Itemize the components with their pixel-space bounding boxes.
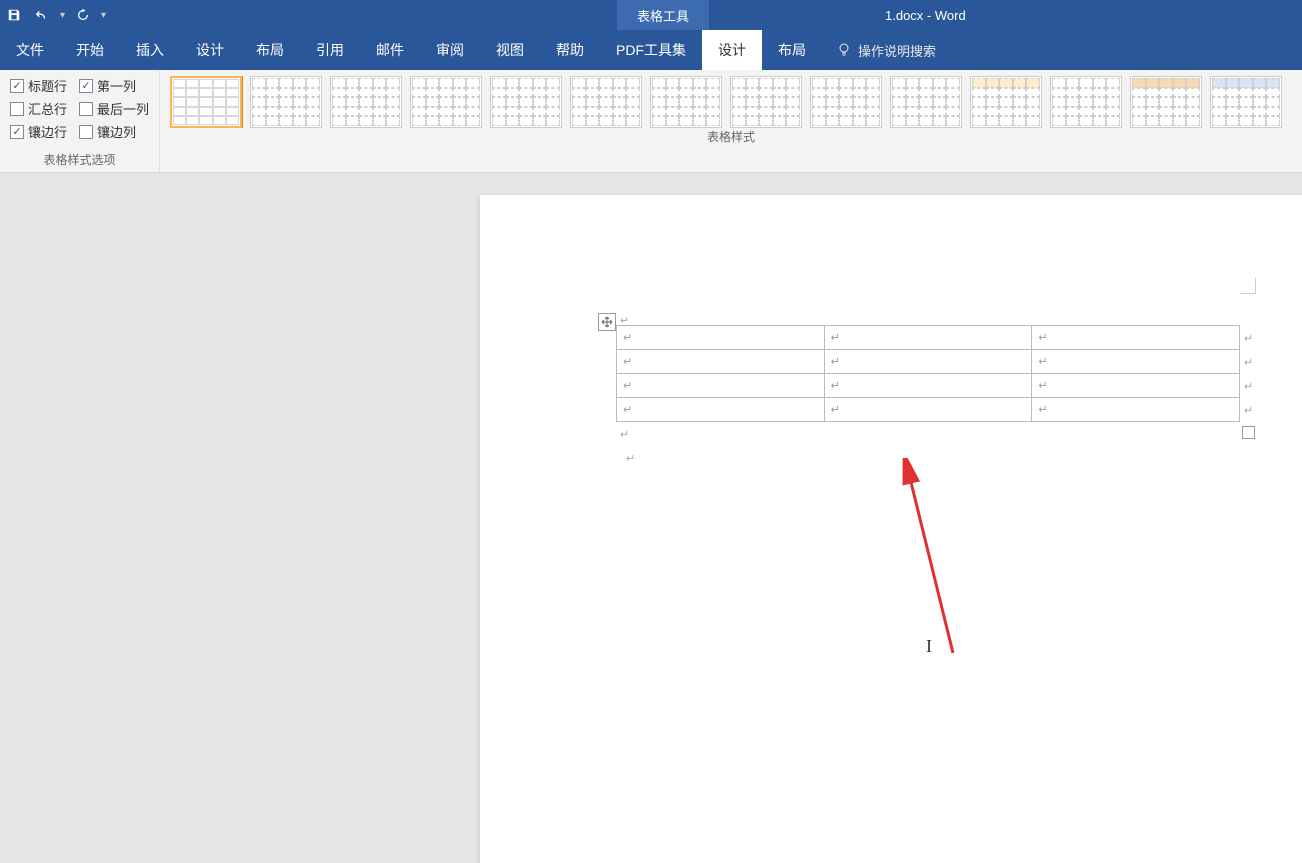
- qat-separator: ▾: [60, 10, 65, 21]
- quick-access-toolbar: ▾ ▾: [0, 5, 106, 25]
- tab-help[interactable]: 帮助: [540, 30, 600, 70]
- table-style-thumb[interactable]: [410, 76, 482, 128]
- paragraph-mark: ↵: [1244, 404, 1253, 417]
- table-cell[interactable]: ↵: [824, 350, 1032, 374]
- table-row[interactable]: ↵↵↵: [617, 350, 1240, 374]
- checkbox-header-row[interactable]: 标题行: [10, 76, 67, 95]
- table-style-thumb[interactable]: [330, 76, 402, 128]
- paragraph-mark: ↵: [626, 452, 635, 465]
- checkbox-last-col[interactable]: 最后一列: [79, 99, 149, 118]
- table-style-thumb[interactable]: [1210, 76, 1282, 128]
- table-style-thumb[interactable]: [490, 76, 562, 128]
- tab-pdf[interactable]: PDF工具集: [600, 30, 702, 70]
- tab-insert[interactable]: 插入: [120, 30, 180, 70]
- document-page[interactable]: [480, 195, 1302, 863]
- table-move-handle[interactable]: [598, 313, 616, 331]
- table-row[interactable]: ↵↵↵: [617, 326, 1240, 350]
- table-style-thumb[interactable]: [1130, 76, 1202, 128]
- table-style-thumb[interactable]: [250, 76, 322, 128]
- tab-references[interactable]: 引用: [300, 30, 360, 70]
- document-canvas: [0, 173, 1302, 863]
- tab-review[interactable]: 审阅: [420, 30, 480, 70]
- table-row[interactable]: ↵↵↵: [617, 374, 1240, 398]
- ribbon-tabs: 文件 开始 插入 设计 布局 引用 邮件 审阅 视图 帮助 PDF工具集 设计 …: [0, 30, 1302, 70]
- table-cell[interactable]: ↵: [1032, 326, 1240, 350]
- tab-file[interactable]: 文件: [0, 30, 60, 70]
- table-cell[interactable]: ↵: [617, 398, 825, 422]
- checkbox-icon: [79, 79, 93, 93]
- paragraph-mark: ↵: [620, 428, 629, 441]
- table-style-thumb[interactable]: [970, 76, 1042, 128]
- table-cell[interactable]: ↵: [617, 350, 825, 374]
- table-cell[interactable]: ↵: [617, 326, 825, 350]
- checkbox-banded-col[interactable]: 镶边列: [79, 122, 136, 141]
- tab-layout[interactable]: 布局: [240, 30, 300, 70]
- table-cell[interactable]: ↵: [617, 374, 825, 398]
- checkbox-icon: [10, 102, 24, 116]
- tab-design[interactable]: 设计: [180, 30, 240, 70]
- tab-view[interactable]: 视图: [480, 30, 540, 70]
- paragraph-mark: ↵: [1244, 356, 1253, 369]
- checkbox-icon: [10, 125, 24, 139]
- undo-button[interactable]: [32, 5, 52, 25]
- checkbox-icon: [79, 102, 93, 116]
- table-style-thumb[interactable]: [570, 76, 642, 128]
- checkbox-banded-row[interactable]: 镶边行: [10, 122, 67, 141]
- group-label-style-options: 表格样式选项: [10, 151, 149, 170]
- document-title: 1.docx - Word: [885, 8, 966, 23]
- move-icon: [601, 316, 613, 328]
- group-label-table-styles: 表格样式: [170, 128, 1292, 147]
- tell-me-placeholder: 操作说明搜索: [858, 41, 936, 60]
- table-cell[interactable]: ↵: [1032, 374, 1240, 398]
- document-table[interactable]: ↵↵↵ ↵↵↵ ↵↵↵ ↵↵↵: [616, 325, 1240, 422]
- ribbon-content: 标题行 第一列 汇总行 最后一列: [0, 70, 1302, 173]
- table-row[interactable]: ↵↵↵: [617, 398, 1240, 422]
- lightbulb-icon: [836, 42, 852, 58]
- save-icon: [7, 8, 21, 22]
- paragraph-mark: ↵: [1244, 332, 1253, 345]
- title-bar: ▾ ▾ 表格工具 1.docx - Word: [0, 0, 1302, 30]
- tab-home[interactable]: 开始: [60, 30, 120, 70]
- checkbox-total-row[interactable]: 汇总行: [10, 99, 67, 118]
- table-style-thumb[interactable]: [810, 76, 882, 128]
- tell-me-search[interactable]: 操作说明搜索: [822, 30, 950, 70]
- table-cell[interactable]: ↵: [824, 326, 1032, 350]
- checkbox-first-col[interactable]: 第一列: [79, 76, 136, 95]
- group-table-style-options: 标题行 第一列 汇总行 最后一列: [0, 70, 160, 172]
- redo-icon: [76, 8, 90, 22]
- table-cell[interactable]: ↵: [824, 374, 1032, 398]
- save-button[interactable]: [4, 5, 24, 25]
- table-style-thumb[interactable]: [890, 76, 962, 128]
- text-cursor-icon: I: [926, 636, 932, 657]
- checkbox-icon: [10, 79, 24, 93]
- table-cell[interactable]: ↵: [1032, 350, 1240, 374]
- page-margin-corner: [1240, 278, 1256, 294]
- undo-icon: [35, 8, 49, 22]
- table-style-thumb[interactable]: [1050, 76, 1122, 128]
- checkbox-icon: [79, 125, 93, 139]
- table-style-thumb[interactable]: [170, 76, 242, 128]
- table-cell[interactable]: ↵: [824, 398, 1032, 422]
- tab-table-layout[interactable]: 布局: [762, 30, 822, 70]
- redo-button[interactable]: [73, 5, 93, 25]
- qat-customize[interactable]: ▾: [101, 10, 106, 21]
- table-style-thumb[interactable]: [730, 76, 802, 128]
- table-style-gallery: [170, 76, 1292, 128]
- paragraph-mark: ↵: [1244, 380, 1253, 393]
- table-cell[interactable]: ↵: [1032, 398, 1240, 422]
- tab-mailings[interactable]: 邮件: [360, 30, 420, 70]
- tab-table-design[interactable]: 设计: [702, 30, 762, 70]
- group-table-styles: 表格样式: [160, 70, 1302, 172]
- table-resize-handle[interactable]: [1242, 426, 1255, 439]
- context-tab-table-tools: 表格工具: [617, 0, 709, 30]
- table-style-thumb[interactable]: [650, 76, 722, 128]
